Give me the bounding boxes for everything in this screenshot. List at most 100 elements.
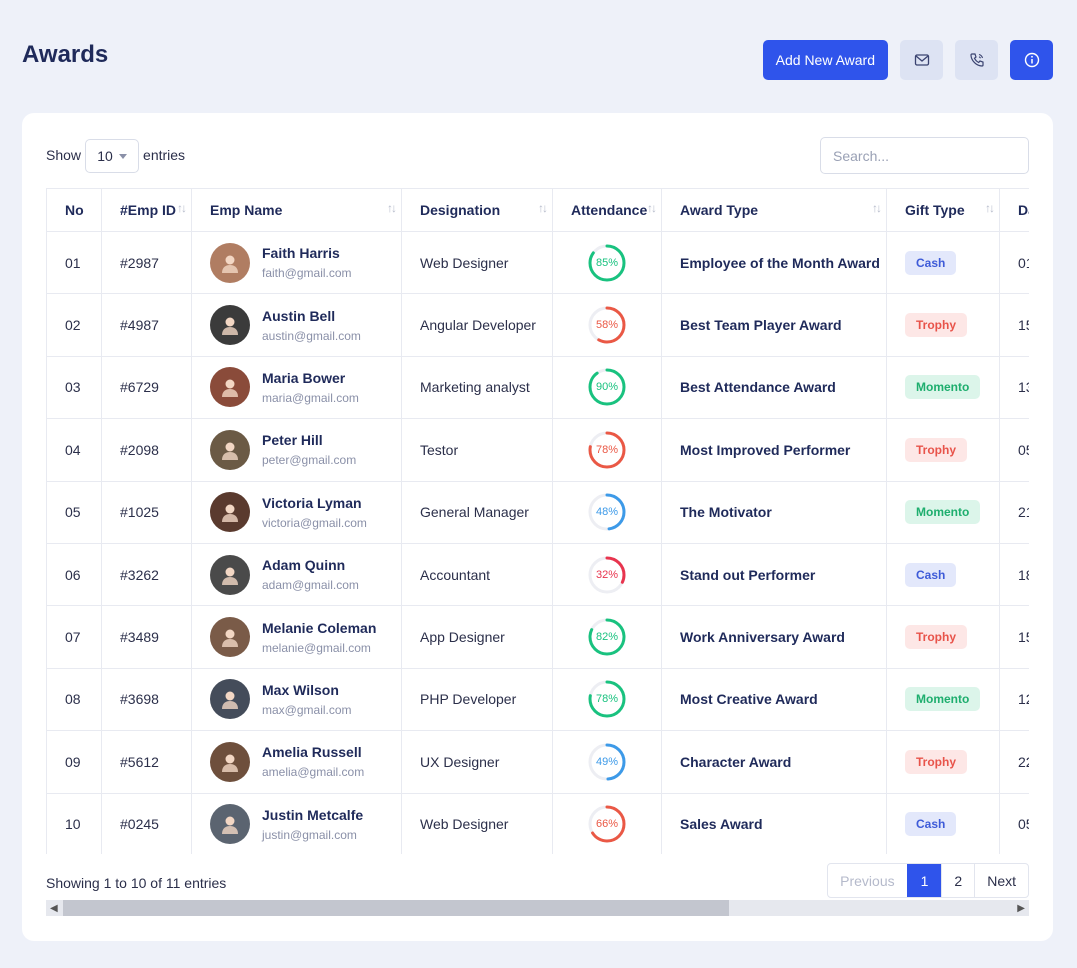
column-header-award-type[interactable]: Award Type ↑↓ bbox=[661, 188, 887, 232]
column-header-date[interactable]: Da bbox=[999, 188, 1029, 232]
sort-icon[interactable]: ↑↓ bbox=[177, 201, 187, 215]
show-label: Show bbox=[46, 147, 82, 163]
employee-name[interactable]: Melanie Coleman bbox=[262, 620, 376, 636]
employee-email: adam@gmail.com bbox=[262, 578, 359, 593]
avatar[interactable] bbox=[210, 804, 250, 845]
employee-name[interactable]: Adam Quinn bbox=[262, 557, 359, 573]
table-row[interactable]: 04 #2098 Peter Hill peter@gmail.com Testor 78… bbox=[46, 418, 1029, 482]
table-row[interactable]: 06 #3262 Adam Quinn adam@gmail.com Accountan… bbox=[46, 542, 1029, 607]
sort-icon[interactable]: ↑↓ bbox=[647, 201, 657, 215]
column-header-attendance[interactable]: Attendance ↑↓ bbox=[552, 188, 662, 232]
sort-icon[interactable]: ↑↓ bbox=[985, 201, 995, 215]
column-header-no[interactable]: No bbox=[46, 188, 102, 232]
cell-emp: Peter Hill peter@gmail.com bbox=[191, 418, 402, 482]
attendance-ring: 66% bbox=[586, 803, 628, 845]
cell-date: 21 bbox=[999, 480, 1029, 544]
cell-award-type: The Motivator bbox=[661, 480, 887, 544]
entries-select[interactable]: 10 bbox=[85, 139, 140, 173]
pagination-page-2[interactable]: 2 bbox=[941, 864, 974, 897]
employee-text: Amelia Russell amelia@gmail.com bbox=[262, 744, 364, 779]
sort-icon[interactable]: ↑↓ bbox=[387, 201, 397, 215]
chevron-left-icon[interactable]: ◀ bbox=[50, 903, 58, 914]
cell-emp: Max Wilson max@gmail.com bbox=[191, 667, 402, 732]
search-input[interactable] bbox=[820, 137, 1029, 174]
employee-info: Melanie Coleman melanie@gmail.com bbox=[210, 617, 383, 658]
table-row[interactable]: 03 #6729 Maria Bower maria@gmail.com Marketi… bbox=[46, 355, 1029, 420]
avatar[interactable] bbox=[210, 492, 250, 533]
employee-email: max@gmail.com bbox=[262, 702, 352, 717]
add-award-button[interactable]: Add New Award bbox=[762, 40, 888, 80]
employee-name[interactable]: Max Wilson bbox=[262, 682, 352, 698]
table-row[interactable]: 02 #4987 Austin Bell austin@gmail.com Angula… bbox=[46, 293, 1029, 357]
avatar[interactable] bbox=[210, 367, 250, 408]
column-header-designation[interactable]: Designation ↑↓ bbox=[401, 188, 553, 232]
column-header-gift-type[interactable]: Gift Type ↑↓ bbox=[886, 188, 1000, 232]
employee-name[interactable]: Maria Bower bbox=[262, 370, 359, 386]
table-row[interactable]: 05 #1025 Victoria Lyman victoria@gmail.com G… bbox=[46, 480, 1029, 544]
cell-no: 01 bbox=[46, 230, 102, 295]
gift-badge: Momento bbox=[905, 500, 981, 525]
table-row[interactable]: 09 #5612 Amelia Russell amelia@gmail.com UX … bbox=[46, 730, 1029, 794]
employee-email: austin@gmail.com bbox=[262, 328, 361, 343]
employee-name[interactable]: Faith Harris bbox=[262, 245, 352, 261]
employee-text: Justin Metcalfe justin@gmail.com bbox=[262, 807, 363, 842]
cell-date: 15 bbox=[999, 605, 1029, 669]
cell-no: 08 bbox=[46, 667, 102, 732]
cell-award-type: Best Team Player Award bbox=[661, 293, 887, 357]
avatar[interactable] bbox=[210, 679, 250, 720]
user-icon bbox=[222, 442, 238, 460]
cell-award-type: Character Award bbox=[661, 730, 887, 794]
employee-email: faith@gmail.com bbox=[262, 266, 352, 281]
cell-date: 05 bbox=[999, 418, 1029, 482]
mail-button[interactable] bbox=[900, 40, 943, 80]
employee-name[interactable]: Peter Hill bbox=[262, 432, 356, 448]
employee-info: Justin Metcalfe justin@gmail.com bbox=[210, 804, 383, 845]
pagination-previous[interactable]: Previous bbox=[828, 864, 906, 897]
cell-emp: Maria Bower maria@gmail.com bbox=[191, 355, 402, 420]
employee-name[interactable]: Justin Metcalfe bbox=[262, 807, 363, 823]
cell-award-type: Best Attendance Award bbox=[661, 355, 887, 420]
cell-attendance: 48% bbox=[552, 480, 662, 544]
cell-emp-id: #2098 bbox=[101, 418, 192, 482]
table-row[interactable]: 07 #3489 Melanie Coleman melanie@gmail.com A… bbox=[46, 605, 1029, 669]
table-row[interactable]: 08 #3698 Max Wilson max@gmail.com PHP Develo… bbox=[46, 667, 1029, 732]
table-row[interactable]: 01 #2987 Faith Harris faith@gmail.com Web De… bbox=[46, 230, 1029, 295]
phone-button[interactable] bbox=[955, 40, 998, 80]
avatar[interactable] bbox=[210, 242, 250, 283]
pagination-next[interactable]: Next bbox=[974, 864, 1028, 897]
pagination: Previous 1 2 Next bbox=[827, 863, 1029, 898]
scrollbar-thumb[interactable] bbox=[63, 900, 729, 916]
awards-table: No #Emp ID ↑↓ Emp Name ↑↓ Designation ↑↓ At… bbox=[46, 188, 1029, 854]
employee-name[interactable]: Amelia Russell bbox=[262, 744, 364, 760]
cell-emp-id: #4987 bbox=[101, 293, 192, 357]
cell-no: 02 bbox=[46, 293, 102, 357]
avatar[interactable] bbox=[210, 305, 250, 346]
sort-icon[interactable]: ↑↓ bbox=[538, 201, 548, 215]
employee-name[interactable]: Victoria Lyman bbox=[262, 495, 367, 511]
cell-attendance: 32% bbox=[552, 542, 662, 607]
cell-gift-type: Trophy bbox=[886, 605, 1000, 669]
user-icon bbox=[222, 629, 238, 648]
chevron-right-icon[interactable]: ▶ bbox=[1017, 903, 1025, 914]
cell-emp-id: #3262 bbox=[101, 542, 192, 607]
sort-icon[interactable]: ↑↓ bbox=[872, 201, 882, 215]
entries-control: Show 10 entries bbox=[46, 137, 185, 173]
avatar[interactable] bbox=[210, 554, 250, 595]
cell-emp-id: #6729 bbox=[101, 355, 192, 420]
horizontal-scrollbar[interactable]: ◀ ▶ bbox=[46, 900, 1029, 916]
avatar[interactable] bbox=[210, 741, 250, 782]
column-header-emp-id[interactable]: #Emp ID ↑↓ bbox=[101, 188, 192, 232]
attendance-value: 82% bbox=[595, 631, 619, 644]
info-button[interactable] bbox=[1010, 40, 1053, 80]
pagination-page-1[interactable]: 1 bbox=[906, 864, 942, 897]
table-row[interactable]: 10 #0245 Justin Metcalfe justin@gmail.com We… bbox=[46, 792, 1029, 854]
cell-gift-type: Trophy bbox=[886, 730, 1000, 794]
employee-text: Austin Bell austin@gmail.com bbox=[262, 308, 361, 343]
cell-attendance: 85% bbox=[552, 230, 662, 295]
gift-badge: Trophy bbox=[905, 313, 968, 338]
avatar[interactable] bbox=[210, 617, 250, 658]
employee-email: peter@gmail.com bbox=[262, 453, 357, 468]
column-header-emp-name[interactable]: Emp Name ↑↓ bbox=[191, 188, 402, 232]
avatar[interactable] bbox=[210, 429, 250, 470]
employee-name[interactable]: Austin Bell bbox=[262, 308, 361, 324]
